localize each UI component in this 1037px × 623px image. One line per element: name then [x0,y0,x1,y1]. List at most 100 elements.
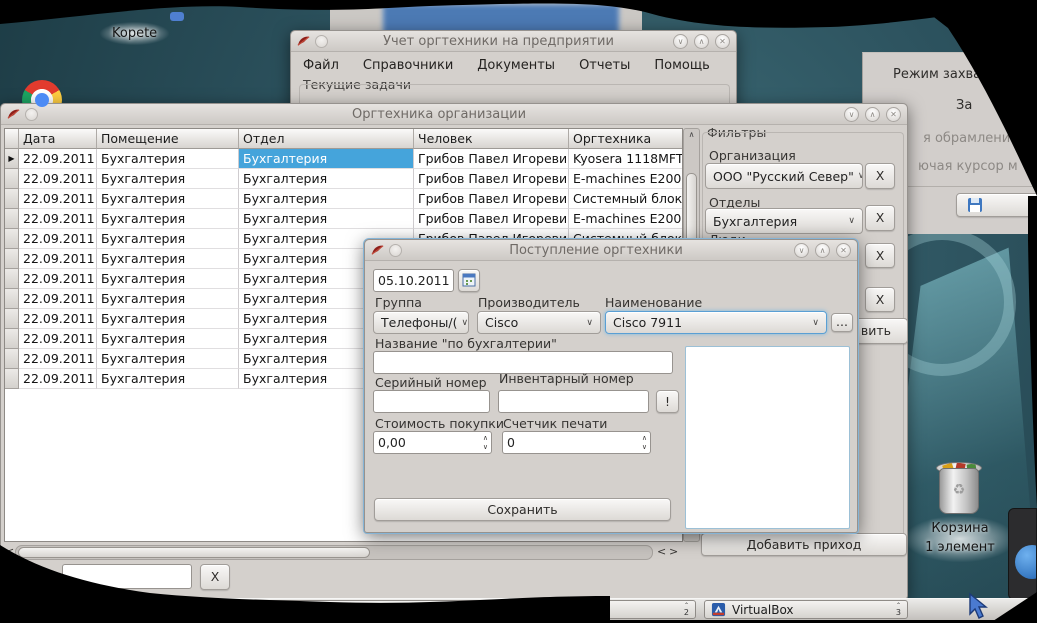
corner-header-cell[interactable] [5,129,19,149]
calendar-button[interactable] [458,269,480,292]
price-spinbox[interactable]: ∧∨ [373,431,492,454]
maximize-icon[interactable]: ∧ [815,243,830,258]
row-header-cell[interactable] [5,349,19,369]
table-row[interactable]: 22.09.2011БухгалтерияБухгалтерияГрибов П… [5,209,682,229]
table-row[interactable]: 22.09.2011БухгалтерияБухгалтерияГрибов П… [5,169,682,189]
clear-departments-button[interactable]: X [865,205,895,231]
table-cell[interactable]: 22.09.2011 [19,209,97,229]
table-cell[interactable]: 22.09.2011 [19,169,97,189]
table-cell[interactable]: 22.09.2011 [19,289,97,309]
table-cell[interactable]: Бухгалтерия [97,209,239,229]
manufacturer-select[interactable]: Cisco ∨ [477,311,601,334]
main-window-titlebar[interactable]: Учет оргтехники на предприятии ∨ ∧ ✕ [291,31,736,52]
table-cell[interactable]: 22.09.2011 [19,369,97,389]
table-cell[interactable]: Бухгалтерия [97,169,239,189]
group-select[interactable]: Телефоны/( ∨ [373,311,469,334]
table-cell[interactable]: Бухгалтерия [239,209,414,229]
task-virtualbox[interactable]: VirtualBox ⌃3 [704,600,908,619]
table-cell[interactable]: Бухгалтерия [239,189,414,209]
table-cell[interactable]: Бухгалтерия [239,169,414,189]
table-filter-input[interactable] [62,564,192,589]
departments-select[interactable]: Бухгалтерия ∨ [705,208,863,234]
table-cell[interactable]: Бухгалтерия [97,309,239,329]
counter-input[interactable] [502,431,651,454]
organization-select[interactable]: ООО "Русский Север" ∨ [705,163,863,189]
menu-reports[interactable]: Отчеты [567,58,642,73]
maximize-icon[interactable]: ∧ [694,34,709,49]
table-cell[interactable]: Бухгалтерия [97,329,239,349]
inventory-input[interactable] [498,390,649,413]
ksnapshot-save-button[interactable] [956,193,1037,217]
task-orguse[interactable]: Orguse ⌃2 [496,600,696,619]
table-cell[interactable]: E-machines E200H [569,169,683,189]
trash-label[interactable]: Корзина 1 элемент [905,516,1015,562]
window-menu-button[interactable] [389,244,402,257]
table-cell[interactable]: Бухгалтерия [97,229,239,249]
column-header-department[interactable]: Отдел [239,129,414,149]
row-header-cell[interactable] [5,249,19,269]
receipt-dialog-titlebar[interactable]: Поступление оргтехники ∨ ∧ ✕ [365,240,857,261]
row-header-cell[interactable] [5,309,19,329]
row-header-cell[interactable] [5,169,19,189]
clear-people-button[interactable]: X [865,243,895,268]
window-menu-button[interactable] [25,108,38,121]
more-button[interactable]: ... [831,313,853,332]
table-cell[interactable]: Грибов Павел Игоревич [414,169,569,189]
close-icon[interactable]: ✕ [886,107,901,122]
table-cell[interactable]: Бухгалтерия [97,149,239,169]
dialog-list-box[interactable] [685,346,850,529]
clear-organization-button[interactable]: X [865,163,895,189]
minimize-icon[interactable]: ∨ [673,34,688,49]
table-cell[interactable]: Системный блок [569,189,683,209]
add-receipt-button[interactable]: Добавить приход [701,533,907,556]
row-header-cell[interactable] [5,269,19,289]
warning-button[interactable]: ! [656,390,679,413]
close-icon[interactable]: ✕ [715,34,730,49]
scroll-up-icon[interactable]: ∧ [685,130,698,145]
table-row[interactable]: ▶22.09.2011БухгалтерияБухгалтерияГрибов … [5,149,682,169]
table-cell[interactable]: Бухгалтерия [239,149,414,169]
table-cell[interactable]: Kyosera 1118MFT [569,149,683,169]
row-header-cell[interactable] [5,209,19,229]
name-select[interactable]: Cisco 7911 ∨ [605,311,827,334]
column-header-person[interactable]: Человек [414,129,569,149]
minimize-icon[interactable]: ∨ [844,107,859,122]
table-cell[interactable]: Бухгалтерия [97,269,239,289]
menu-documents[interactable]: Документы [465,58,567,73]
table-cell[interactable]: Бухгалтерия [97,369,239,389]
table-cell[interactable]: E-machines E200H [569,209,683,229]
save-button[interactable]: Сохранить [374,498,671,521]
spinner-arrows-icon[interactable]: ∧∨ [642,433,647,453]
table-cell[interactable]: Грибов Павел Игоревич [414,189,569,209]
row-header-cell[interactable] [5,189,19,209]
table-cell[interactable]: 22.09.2011 [19,269,97,289]
spinner-arrows-icon[interactable]: ∧∨ [483,433,488,453]
kopete-desktop-icon-label[interactable]: Kopete [100,22,169,45]
task-ksnapshot[interactable]: jpeg — KSnapshot ⌃ [250,600,488,619]
clear-filter4-button[interactable]: X [865,287,895,312]
panel-widget-fragment[interactable] [1008,508,1037,600]
equipment-window-titlebar[interactable]: Оргтехника организации ∨ ∧ ✕ [1,104,907,125]
scroll-left2-icon[interactable]: < [657,545,666,558]
table-cell[interactable]: 22.09.2011 [19,189,97,209]
menu-directories[interactable]: Справочники [351,58,465,73]
row-header-cell[interactable] [5,369,19,389]
scroll-left-icon[interactable]: < [5,545,14,558]
table-cell[interactable]: 22.09.2011 [19,309,97,329]
close-icon[interactable]: ✕ [836,243,851,258]
row-header-cell[interactable] [5,229,19,249]
price-input[interactable] [373,431,492,454]
table-cell[interactable]: 22.09.2011 [19,329,97,349]
kopete-icon-fragment[interactable] [170,12,184,21]
column-header-room[interactable]: Помещение [97,129,239,149]
scroll-right-icon[interactable]: > [669,545,678,558]
date-input[interactable] [373,269,454,292]
horizontal-scrollbar[interactable] [15,545,653,560]
trash-icon[interactable]: ♻ [934,460,984,516]
maximize-icon[interactable]: ∧ [865,107,880,122]
table-cell[interactable]: Грибов Павел Игоревич [414,209,569,229]
filter-clear-button[interactable]: X [200,564,230,590]
table-row[interactable]: 22.09.2011БухгалтерияБухгалтерияГрибов П… [5,189,682,209]
table-cell[interactable]: 22.09.2011 [19,349,97,369]
row-header-cell[interactable]: ▶ [5,149,19,169]
